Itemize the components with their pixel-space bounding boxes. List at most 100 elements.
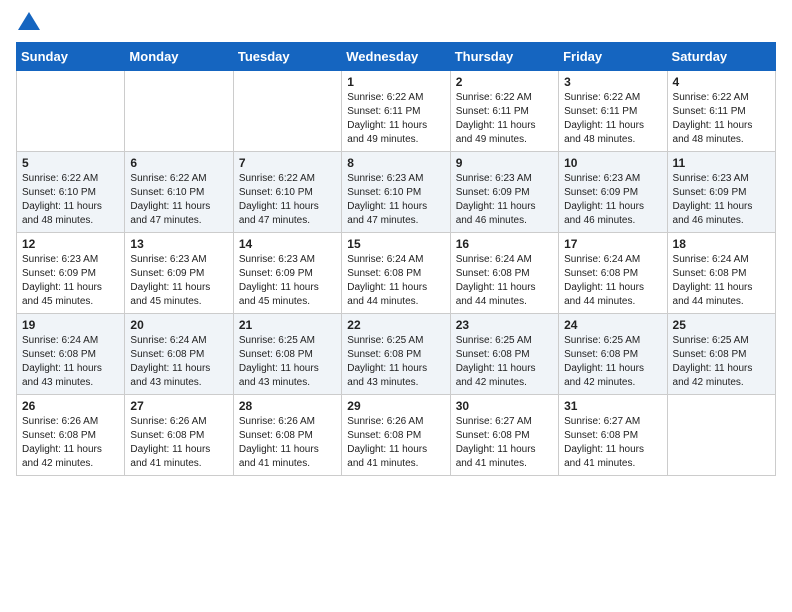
day-info: Sunrise: 6:23 AM Sunset: 6:09 PM Dayligh… <box>564 172 661 228</box>
day-number: 21 <box>239 318 336 332</box>
day-cell: 29 Sunrise: 6:26 AM Sunset: 6:08 PM Dayli… <box>342 395 450 476</box>
day-cell: 8 Sunrise: 6:23 AM Sunset: 6:10 PM Daylig… <box>342 152 450 233</box>
week-row-3: 12 Sunrise: 6:23 AM Sunset: 6:09 PM Dayli… <box>17 233 776 314</box>
day-cell: 5 Sunrise: 6:22 AM Sunset: 6:10 PM Daylig… <box>17 152 125 233</box>
day-number: 29 <box>347 399 444 413</box>
day-cell: 16 Sunrise: 6:24 AM Sunset: 6:08 PM Dayli… <box>450 233 558 314</box>
day-info: Sunrise: 6:26 AM Sunset: 6:08 PM Dayligh… <box>239 415 336 471</box>
day-info: Sunrise: 6:22 AM Sunset: 6:11 PM Dayligh… <box>564 91 661 147</box>
day-info: Sunrise: 6:23 AM Sunset: 6:09 PM Dayligh… <box>673 172 770 228</box>
page-header <box>16 16 776 30</box>
day-info: Sunrise: 6:26 AM Sunset: 6:08 PM Dayligh… <box>347 415 444 471</box>
day-info: Sunrise: 6:24 AM Sunset: 6:08 PM Dayligh… <box>564 253 661 309</box>
day-number: 8 <box>347 156 444 170</box>
weekday-header-monday: Monday <box>125 43 233 71</box>
day-info: Sunrise: 6:24 AM Sunset: 6:08 PM Dayligh… <box>347 253 444 309</box>
day-number: 31 <box>564 399 661 413</box>
day-info: Sunrise: 6:25 AM Sunset: 6:08 PM Dayligh… <box>564 334 661 390</box>
week-row-1: 1 Sunrise: 6:22 AM Sunset: 6:11 PM Daylig… <box>17 71 776 152</box>
day-number: 24 <box>564 318 661 332</box>
day-cell: 2 Sunrise: 6:22 AM Sunset: 6:11 PM Daylig… <box>450 71 558 152</box>
day-cell: 10 Sunrise: 6:23 AM Sunset: 6:09 PM Dayli… <box>559 152 667 233</box>
day-cell <box>17 71 125 152</box>
day-cell: 11 Sunrise: 6:23 AM Sunset: 6:09 PM Dayli… <box>667 152 775 233</box>
day-number: 19 <box>22 318 119 332</box>
day-cell <box>125 71 233 152</box>
calendar: SundayMondayTuesdayWednesdayThursdayFrid… <box>16 42 776 476</box>
day-number: 12 <box>22 237 119 251</box>
day-info: Sunrise: 6:22 AM Sunset: 6:11 PM Dayligh… <box>456 91 553 147</box>
day-cell: 6Sunrise: 6:22 AM Sunset: 6:10 PM Daylig… <box>125 152 233 233</box>
day-cell: 21 Sunrise: 6:25 AM Sunset: 6:08 PM Dayli… <box>233 314 341 395</box>
day-info: Sunrise: 6:26 AM Sunset: 6:08 PM Dayligh… <box>22 415 119 471</box>
day-info: Sunrise: 6:24 AM Sunset: 6:08 PM Dayligh… <box>673 253 770 309</box>
logo <box>16 16 40 30</box>
day-cell <box>233 71 341 152</box>
day-number: 23 <box>456 318 553 332</box>
day-info: Sunrise: 6:27 AM Sunset: 6:08 PM Dayligh… <box>456 415 553 471</box>
day-number: 14 <box>239 237 336 251</box>
day-number: 13 <box>130 237 227 251</box>
day-info: Sunrise: 6:23 AM Sunset: 6:09 PM Dayligh… <box>22 253 119 309</box>
day-number: 1 <box>347 75 444 89</box>
day-cell: 22 Sunrise: 6:25 AM Sunset: 6:08 PM Dayli… <box>342 314 450 395</box>
weekday-header-friday: Friday <box>559 43 667 71</box>
day-number: 25 <box>673 318 770 332</box>
day-number: 3 <box>564 75 661 89</box>
day-number: 6 <box>130 156 227 170</box>
day-number: 18 <box>673 237 770 251</box>
day-cell: 13 Sunrise: 6:23 AM Sunset: 6:09 PM Dayli… <box>125 233 233 314</box>
day-info: Sunrise: 6:27 AM Sunset: 6:08 PM Dayligh… <box>564 415 661 471</box>
day-info: Sunrise: 6:24 AM Sunset: 6:08 PM Dayligh… <box>456 253 553 309</box>
day-cell: 25 Sunrise: 6:25 AM Sunset: 6:08 PM Dayli… <box>667 314 775 395</box>
day-number: 15 <box>347 237 444 251</box>
day-number: 4 <box>673 75 770 89</box>
day-number: 9 <box>456 156 553 170</box>
day-number: 10 <box>564 156 661 170</box>
logo-icon <box>18 12 40 30</box>
weekday-header-wednesday: Wednesday <box>342 43 450 71</box>
day-cell: 14 Sunrise: 6:23 AM Sunset: 6:09 PM Dayli… <box>233 233 341 314</box>
day-cell: 15 Sunrise: 6:24 AM Sunset: 6:08 PM Dayli… <box>342 233 450 314</box>
day-number: 11 <box>673 156 770 170</box>
day-info: Sunrise: 6:23 AM Sunset: 6:09 PM Dayligh… <box>130 253 227 309</box>
weekday-header-thursday: Thursday <box>450 43 558 71</box>
day-info: Sunrise: 6:25 AM Sunset: 6:08 PM Dayligh… <box>673 334 770 390</box>
day-cell: 19Sunrise: 6:24 AM Sunset: 6:08 PM Dayli… <box>17 314 125 395</box>
day-cell: 20 Sunrise: 6:24 AM Sunset: 6:08 PM Dayli… <box>125 314 233 395</box>
day-number: 30 <box>456 399 553 413</box>
weekday-header-row: SundayMondayTuesdayWednesdayThursdayFrid… <box>17 43 776 71</box>
day-cell: 28 Sunrise: 6:26 AM Sunset: 6:08 PM Dayli… <box>233 395 341 476</box>
day-number: 17 <box>564 237 661 251</box>
day-info: Sunrise: 6:25 AM Sunset: 6:08 PM Dayligh… <box>347 334 444 390</box>
day-info: Sunrise: 6:24 AM Sunset: 6:08 PM Dayligh… <box>130 334 227 390</box>
week-row-4: 19 Sunrise: 6:24 AM Sunset: 6:08 PM Dayli… <box>17 314 776 395</box>
day-info: Sunrise: 6:25 AM Sunset: 6:08 PM Dayligh… <box>239 334 336 390</box>
day-cell: 31 Sunrise: 6:27 AM Sunset: 6:08 PM Dayli… <box>559 395 667 476</box>
day-info: Sunrise: 6:26 AM Sunset: 6:08 PM Dayligh… <box>130 415 227 471</box>
day-cell: 24 Sunrise: 6:25 AM Sunset: 6:08 PM Dayli… <box>559 314 667 395</box>
day-info: Sunrise: 6:22 AM Sunset: 6:10 PM Dayligh… <box>22 172 119 228</box>
day-info: Sunrise: 6:22 AM Sunset: 6:11 PM Dayligh… <box>347 91 444 147</box>
day-number: 5 <box>22 156 119 170</box>
day-info: Sunrise: 6:23 AM Sunset: 6:10 PM Dayligh… <box>347 172 444 228</box>
day-cell: 12 Sunrise: 6:23 AM Sunset: 6:09 PM Dayli… <box>17 233 125 314</box>
day-cell: 1 Sunrise: 6:22 AM Sunset: 6:11 PM Daylig… <box>342 71 450 152</box>
day-number: 2 <box>456 75 553 89</box>
day-number: 22 <box>347 318 444 332</box>
weekday-header-sunday: Sunday <box>17 43 125 71</box>
day-number: 26 <box>22 399 119 413</box>
day-number: 28 <box>239 399 336 413</box>
day-number: 16 <box>456 237 553 251</box>
week-row-5: 26 Sunrise: 6:26 AM Sunset: 6:08 PM Dayli… <box>17 395 776 476</box>
day-cell: 18 Sunrise: 6:24 AM Sunset: 6:08 PM Dayli… <box>667 233 775 314</box>
day-cell: 23 Sunrise: 6:25 AM Sunset: 6:08 PM Dayli… <box>450 314 558 395</box>
day-number: 27 <box>130 399 227 413</box>
day-number: 20 <box>130 318 227 332</box>
day-info: Sunrise: 6:25 AM Sunset: 6:08 PM Dayligh… <box>456 334 553 390</box>
day-info: Sunrise: 6:23 AM Sunset: 6:09 PM Dayligh… <box>456 172 553 228</box>
day-info: Sunrise: 6:23 AM Sunset: 6:09 PM Dayligh… <box>239 253 336 309</box>
day-cell: 17 Sunrise: 6:24 AM Sunset: 6:08 PM Dayli… <box>559 233 667 314</box>
day-cell: 27 Sunrise: 6:26 AM Sunset: 6:08 PM Dayli… <box>125 395 233 476</box>
day-info: Sunrise: 6:22 AM Sunset: 6:11 PM Dayligh… <box>673 91 770 147</box>
